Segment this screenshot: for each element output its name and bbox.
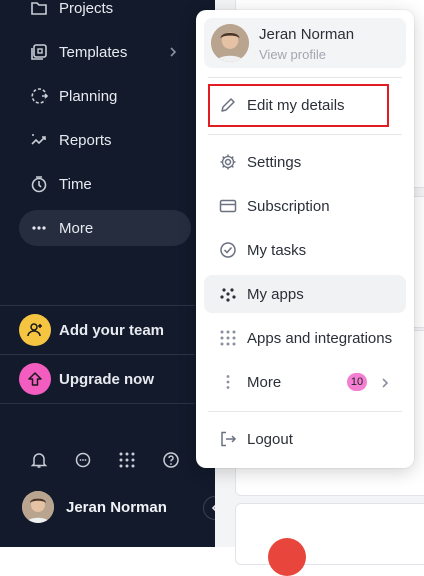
add-team-button[interactable]: Add your team [19,313,199,347]
apps-cluster-icon [218,284,238,304]
more-item[interactable]: More 10 [204,363,406,401]
profile-link[interactable]: Jeran Norman View profile [204,18,406,68]
my-apps-item[interactable]: My apps [204,275,406,313]
sidebar-item-label: Reports [59,131,112,149]
notifications-bell-icon[interactable] [27,448,51,472]
sidebar-item-label: Templates [59,43,128,61]
gear-icon [218,152,238,172]
help-icon[interactable] [159,448,183,472]
my-apps-label: My apps [247,285,304,303]
avatar [211,24,249,62]
profile-name: Jeran Norman [259,26,355,43]
templates-icon [29,42,49,62]
sidebar-item-time[interactable]: Time [19,166,191,202]
folder-icon [29,0,49,18]
profile-menu: Jeran Norman View profile Edit my detail… [196,10,414,468]
view-profile-link: View profile [259,47,326,62]
subscription-label: Subscription [247,197,330,215]
subscription-item[interactable]: Subscription [204,187,406,225]
apps-grid-icon [218,328,238,348]
sidebar: Projects Templates Planning Reports Time… [0,0,215,547]
chat-icon[interactable] [71,448,95,472]
sidebar-item-label: Planning [59,87,118,105]
settings-item[interactable]: Settings [204,143,406,181]
upgrade-label: Upgrade now [59,370,155,388]
chevron-right-icon [169,45,177,63]
highlight-box [208,84,389,127]
sidebar-item-projects[interactable]: Projects [19,0,191,26]
apps-integrations-label: Apps and integrations [247,329,393,347]
menu-divider [208,411,402,412]
upgrade-button[interactable]: Upgrade now [19,362,199,396]
user-name: Jeran Norman [66,498,167,516]
menu-divider [208,77,402,78]
menu-divider [208,134,402,135]
avatar [22,491,54,523]
content-card [235,503,424,576]
add-user-icon [19,314,51,346]
sidebar-item-label: Time [59,175,92,193]
my-tasks-label: My tasks [247,241,307,259]
apps-integrations-item[interactable]: Apps and integrations [204,319,406,357]
timer-icon [29,174,49,194]
sidebar-item-templates[interactable]: Templates [19,34,191,70]
sidebar-divider [0,354,195,355]
sidebar-user[interactable]: Jeran Norman [22,491,167,523]
sidebar-divider [0,403,195,404]
logout-label: Logout [247,430,293,448]
sidebar-divider [0,305,195,306]
vertical-dots-icon [218,372,238,392]
app-logo-icon [268,538,306,576]
sidebar-item-label: More [59,219,94,237]
upgrade-arrow-icon [19,363,51,395]
apps-grid-icon[interactable] [115,448,139,472]
reports-icon [29,130,49,150]
logout-icon [218,429,238,449]
sidebar-item-reports[interactable]: Reports [19,122,191,158]
more-label: More [247,373,282,391]
sidebar-item-label: Projects [59,0,114,17]
planning-icon [29,86,49,106]
more-dots-icon [29,218,49,238]
sidebar-item-planning[interactable]: Planning [19,78,191,114]
sidebar-item-more[interactable]: More [19,210,191,246]
add-team-label: Add your team [59,321,165,339]
credit-card-icon [218,196,238,216]
more-count-badge: 10 [347,373,367,391]
check-circle-icon [218,240,238,260]
chevron-right-icon [381,376,389,394]
logout-item[interactable]: Logout [204,420,406,458]
settings-label: Settings [247,153,302,171]
my-tasks-item[interactable]: My tasks [204,231,406,269]
